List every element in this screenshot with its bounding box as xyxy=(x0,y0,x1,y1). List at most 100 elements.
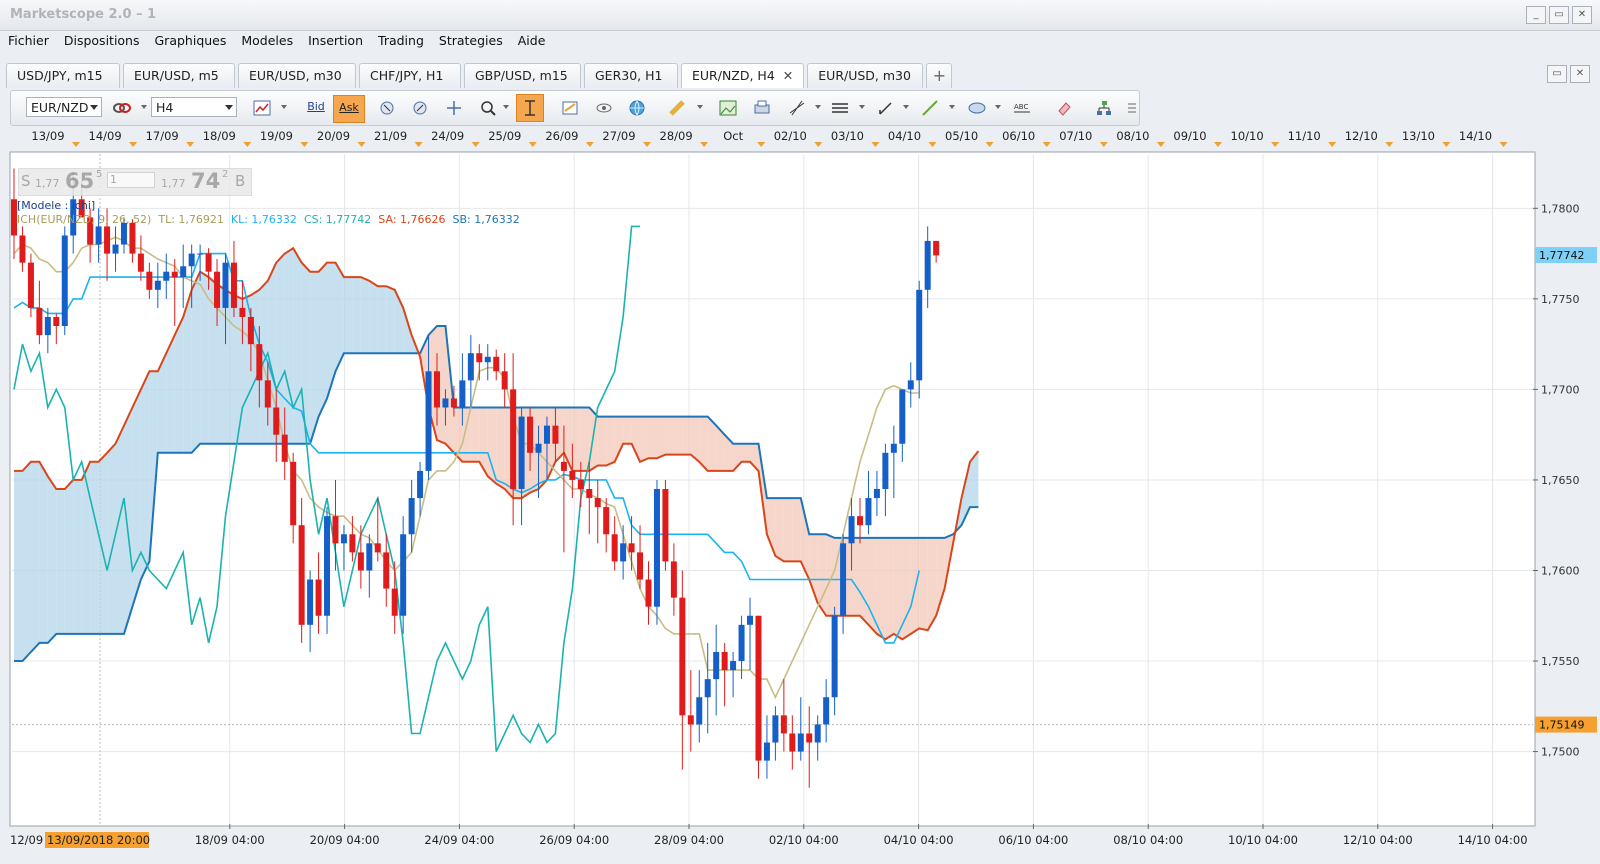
chart-type-icon[interactable] xyxy=(251,97,273,119)
close-button[interactable]: ✕ xyxy=(1572,6,1592,24)
image-icon[interactable] xyxy=(717,97,739,119)
candle-body xyxy=(95,226,102,245)
price-tick-label: 1,7750 xyxy=(1541,293,1580,306)
menu-trading[interactable]: Trading xyxy=(370,30,431,52)
menu-icon[interactable] xyxy=(1121,97,1143,119)
buy-price[interactable]: 74 xyxy=(191,169,220,193)
globe-icon[interactable] xyxy=(626,97,648,119)
cloud-segment xyxy=(225,289,234,444)
chart-area[interactable]: 13/09 14/09 17/09 18/09 19/09 20/09 21/09 24/09… xyxy=(0,126,1600,861)
tab-eurusd-m5[interactable]: EUR/USD, m5 xyxy=(123,63,235,88)
hierarchy-icon[interactable] xyxy=(1093,97,1115,119)
quote-box[interactable]: S 1,77 65 5 1 1,77 74 2 B xyxy=(18,168,252,196)
menu-dispositions[interactable]: Dispositions xyxy=(56,30,147,52)
line-tools-icon[interactable] xyxy=(786,97,808,119)
chevron-down-icon[interactable] xyxy=(859,105,865,109)
chevron-down-icon[interactable] xyxy=(141,105,147,109)
candle-body xyxy=(476,353,483,363)
candle-body xyxy=(510,389,517,489)
menu-bar: Fichier Dispositions Graphiques Modeles … xyxy=(0,30,1600,52)
text-icon[interactable]: ABC xyxy=(1011,97,1033,119)
timeframe-value: H4 xyxy=(156,100,174,115)
menu-modeles[interactable]: Modeles xyxy=(233,30,300,52)
tab-chfjpy-h1[interactable]: CHF/JPY, H1 xyxy=(359,63,461,88)
crosshair-icon[interactable] xyxy=(443,97,465,119)
candle-body xyxy=(738,624,745,662)
candle-body xyxy=(594,498,601,508)
chevron-down-icon xyxy=(225,105,233,110)
sell-price[interactable]: 65 xyxy=(65,169,94,193)
restore-button[interactable]: ▭ xyxy=(1549,6,1569,24)
top-date-label: 02/10 xyxy=(774,129,807,143)
print-icon[interactable] xyxy=(751,97,773,119)
instrument-link-icon[interactable] xyxy=(111,97,133,119)
candle-body xyxy=(806,733,813,743)
bid-button[interactable]: Bid xyxy=(303,96,329,118)
cloud-segment xyxy=(893,537,903,640)
menu-strategies[interactable]: Strategies xyxy=(431,30,510,52)
tab-ger30-h1[interactable]: GER30, H1 xyxy=(584,63,678,88)
horizontal-lines-icon[interactable] xyxy=(829,97,851,119)
tab-eurusd-m30[interactable]: EUR/USD, m30 xyxy=(238,63,356,88)
sell-label[interactable]: S xyxy=(21,172,31,190)
candle-body xyxy=(916,289,923,381)
candle-body xyxy=(831,615,838,698)
price-tick-label: 1,7650 xyxy=(1541,474,1580,487)
ruler-icon[interactable] xyxy=(666,97,688,119)
ellipse-icon[interactable] xyxy=(966,97,988,119)
cloud-segment xyxy=(284,248,294,444)
menu-fichier[interactable]: Fichier xyxy=(0,30,56,52)
pen-icon[interactable] xyxy=(875,97,897,119)
eye-icon[interactable] xyxy=(593,97,615,119)
close-chart-button[interactable]: ✕ xyxy=(1570,65,1590,83)
price-axis: 1,7800 1,7750 1,7700 1,7650 1,7600 1,7550 1,75… xyxy=(1533,202,1597,759)
chevron-down-icon[interactable] xyxy=(903,105,909,109)
bottom-date-label: 12/10 04:00 xyxy=(1343,833,1413,847)
close-tab-icon[interactable]: ✕ xyxy=(783,68,793,83)
price-chart[interactable]: 13/09 14/09 17/09 18/09 19/09 20/09 21/09 24/09… xyxy=(0,126,1600,861)
zoom-icon[interactable] xyxy=(477,97,499,119)
tab-eurnzd-h4[interactable]: EUR/NZD, H4 ✕ xyxy=(681,63,805,88)
candle-body xyxy=(36,307,43,336)
session-marker xyxy=(928,142,937,147)
top-date-label: 10/10 xyxy=(1231,129,1264,143)
menu-aide[interactable]: Aide xyxy=(510,30,553,52)
tab-usdjpy-m15[interactable]: USD/JPY, m15 xyxy=(6,63,120,88)
add-tab-button[interactable]: + xyxy=(926,63,953,88)
bottom-date-label: 12/09 xyxy=(10,833,43,847)
cursor-right-icon[interactable] xyxy=(409,97,431,119)
candle-body xyxy=(543,425,550,444)
eraser-icon[interactable] xyxy=(1053,97,1075,119)
timeframe-select[interactable]: H4 xyxy=(151,97,237,117)
instrument-select[interactable]: EUR/NZD xyxy=(26,97,102,117)
candle-body xyxy=(645,579,652,607)
chevron-down-icon[interactable] xyxy=(503,105,509,109)
chevron-down-icon[interactable] xyxy=(281,105,287,109)
candle-body xyxy=(61,235,68,327)
tab-gbpusd-m15[interactable]: GBP/USD, m15 xyxy=(464,63,581,88)
chevron-down-icon[interactable] xyxy=(995,105,1001,109)
candle-body xyxy=(290,461,297,526)
cursor-left-icon[interactable] xyxy=(376,97,398,119)
trend-line-icon[interactable] xyxy=(919,97,941,119)
buy-label[interactable]: B xyxy=(235,172,245,190)
chevron-down-icon[interactable] xyxy=(815,105,821,109)
ichimoku-legend[interactable]: ICH(EUR/NZD, 9, 26, 52) TL: 1,76921 KL: … xyxy=(17,213,520,226)
candle-body xyxy=(780,715,787,734)
tracking-icon[interactable] xyxy=(516,94,544,122)
candle-body xyxy=(527,416,534,453)
top-date-label: 09/10 xyxy=(1173,129,1206,143)
chevron-down-icon[interactable] xyxy=(949,105,955,109)
amount-field[interactable]: 1 xyxy=(107,172,155,188)
minimize-button[interactable]: _ xyxy=(1526,6,1546,24)
cloud-segment xyxy=(648,416,657,459)
restore-chart-button[interactable]: ▭ xyxy=(1547,65,1567,83)
menu-insertion[interactable]: Insertion xyxy=(300,30,370,52)
sell-prefix: 1,77 xyxy=(35,177,60,190)
chevron-down-icon[interactable] xyxy=(697,105,703,109)
menu-graphiques[interactable]: Graphiques xyxy=(147,30,234,52)
price-tick-label: 1,7500 xyxy=(1541,746,1580,759)
ask-button[interactable]: Ask xyxy=(333,95,365,123)
tab-eurusd-m30-b[interactable]: EUR/USD, m30 xyxy=(807,63,924,88)
template-icon[interactable] xyxy=(559,97,581,119)
